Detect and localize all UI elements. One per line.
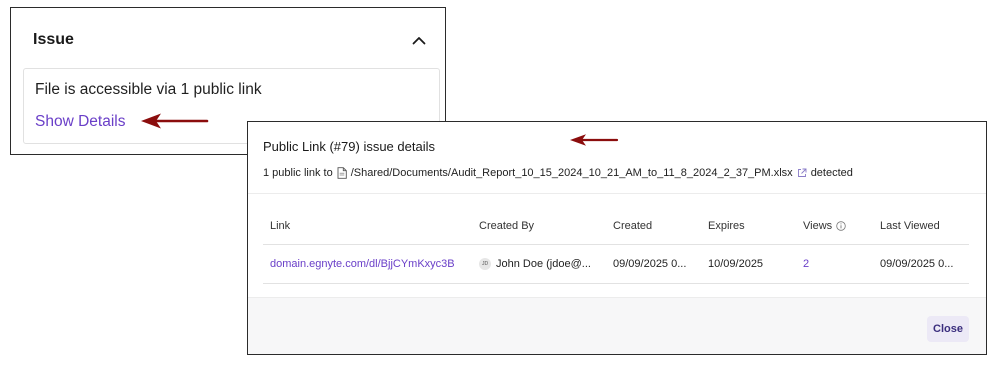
- header-expires: Expires: [708, 220, 745, 232]
- header-views: Views: [803, 220, 833, 232]
- expires-value: 10/09/2025: [708, 258, 764, 270]
- header-created-by: Created By: [479, 220, 535, 232]
- header-link: Link: [270, 220, 291, 232]
- header-created: Created: [613, 220, 653, 232]
- file-icon: [337, 167, 347, 179]
- links-table: Link Created By Created Expires Views La…: [248, 194, 986, 297]
- views-link[interactable]: 2: [803, 258, 809, 270]
- modal-subtitle: 1 public link to /Shared/Documents/Audit…: [263, 167, 853, 179]
- issue-header: Issue: [33, 30, 429, 50]
- issue-message: File is accessible via 1 public link: [35, 81, 262, 98]
- public-link[interactable]: domain.egnyte.com/dl/BjjCYmKxyc3B: [270, 258, 455, 270]
- issue-title: Issue: [33, 31, 74, 48]
- subtitle-prefix: 1 public link to: [263, 167, 333, 179]
- annotation-arrow-icon: [141, 113, 209, 129]
- chevron-up-icon: [412, 36, 426, 44]
- external-link-icon[interactable]: [797, 168, 807, 178]
- created-by-value: John Doe (jdoe@...: [496, 258, 591, 270]
- collapse-button[interactable]: [409, 30, 429, 50]
- modal-title: Public Link (#79) issue details: [263, 139, 435, 154]
- annotation-arrow-icon: [570, 134, 619, 146]
- table-row: domain.egnyte.com/dl/BjjCYmKxyc3B JD Joh…: [263, 245, 969, 284]
- issue-details-modal: Public Link (#79) issue details 1 public…: [247, 121, 987, 355]
- last-viewed-value: 09/09/2025 0...: [880, 258, 954, 270]
- subtitle-suffix: detected: [810, 167, 853, 179]
- close-button[interactable]: Close: [927, 316, 969, 342]
- info-icon[interactable]: [836, 221, 846, 231]
- file-path: /Shared/Documents/Audit_Report_10_15_202…: [350, 167, 793, 179]
- header-views-cell: Views: [803, 208, 846, 244]
- created-by-cell: JD John Doe (jdoe@...: [479, 245, 591, 283]
- created-value: 09/09/2025 0...: [613, 258, 687, 270]
- modal-footer: Close: [248, 297, 986, 354]
- table-header-row: Link Created By Created Expires Views La…: [263, 208, 969, 245]
- header-last-viewed: Last Viewed: [880, 220, 940, 232]
- avatar: JD: [479, 258, 491, 270]
- show-details-link[interactable]: Show Details: [35, 113, 125, 131]
